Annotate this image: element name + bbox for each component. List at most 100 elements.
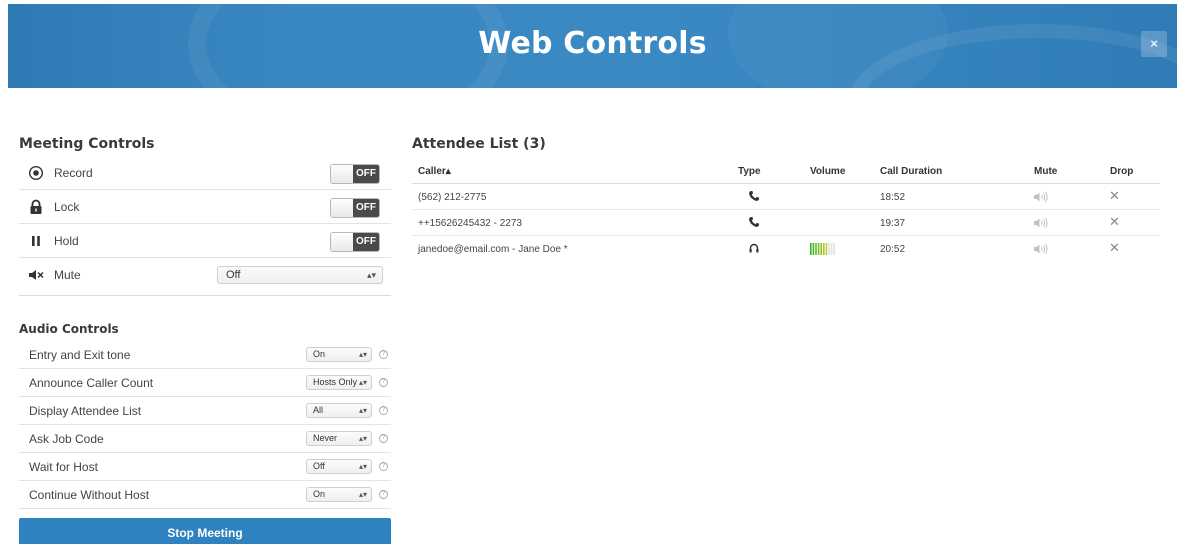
volume-bar (825, 243, 828, 255)
call-duration-cell: 19:37 (880, 218, 906, 229)
volume-bar (833, 243, 835, 255)
continue-without-host-select[interactable]: On ▴▾ (306, 487, 372, 502)
page-title: Web Controls (478, 26, 707, 61)
display-attendee-list-label: Display Attendee List (29, 404, 142, 418)
wait-for-host-label: Wait for Host (29, 460, 98, 474)
toggle-knob (331, 233, 355, 251)
call-duration-cell: 20:52 (880, 244, 906, 255)
caller-column-header[interactable]: Caller▴ (418, 166, 451, 177)
hold-label: Hold (54, 234, 79, 248)
record-icon (28, 165, 44, 181)
select-arrows-icon: ▴▾ (356, 404, 367, 417)
record-label: Record (54, 166, 93, 180)
select-arrows-icon: ▴▾ (356, 348, 367, 361)
entry-exit-tone-label: Entry and Exit tone (29, 348, 131, 362)
ask-job-code-select[interactable]: Never ▴▾ (306, 431, 372, 446)
toggle-state: OFF (353, 199, 379, 217)
display-attendee-list-select[interactable]: All ▴▾ (306, 403, 372, 418)
select-value: Hosts Only (313, 377, 358, 387)
help-icon[interactable]: ? (379, 350, 388, 359)
volume-bar (815, 243, 817, 255)
select-arrows-icon: ▴▾ (356, 460, 367, 473)
continue-without-host-row: Continue Without Host On ▴▾ ? (19, 481, 391, 509)
mute-column-header: Mute (1034, 166, 1058, 177)
help-icon[interactable]: ? (379, 462, 388, 471)
mute-label: Mute (54, 268, 81, 282)
pause-icon (32, 236, 40, 246)
wait-for-host-row: Wait for Host Off ▴▾ ? (19, 453, 391, 481)
stop-meeting-button[interactable]: Stop Meeting (19, 518, 391, 544)
record-row: Record OFF (19, 156, 391, 190)
hold-toggle[interactable]: OFF (330, 232, 380, 252)
table-header: Caller▴ Type Volume Call Duration Mute D… (412, 158, 1160, 184)
meeting-controls-title: Meeting Controls (19, 136, 155, 152)
close-button[interactable]: × (1141, 31, 1167, 57)
select-arrows-icon: ▴▾ (356, 376, 367, 389)
record-toggle[interactable]: OFF (330, 164, 380, 184)
lock-icon (30, 199, 42, 214)
wait-for-host-select[interactable]: Off ▴▾ (306, 459, 372, 474)
volume-bar (817, 243, 820, 255)
call-duration-cell: 18:52 (880, 192, 906, 203)
speaker-icon[interactable] (1033, 217, 1049, 229)
select-value: All (313, 405, 324, 415)
volume-meter (810, 243, 835, 255)
headset-icon (749, 243, 759, 253)
mute-select[interactable]: Off ▴▾ (217, 266, 383, 284)
ask-job-code-row: Ask Job Code Never ▴▾ ? (19, 425, 391, 453)
table-row: janedoe@email.com - Jane Doe * 20:52 ✕ (412, 236, 1160, 262)
select-arrows-icon: ▴▾ (366, 270, 376, 280)
help-icon[interactable]: ? (379, 406, 388, 415)
help-icon[interactable]: ? (379, 490, 388, 499)
drop-icon[interactable]: ✕ (1109, 241, 1120, 255)
audio-controls-title: Audio Controls (19, 322, 119, 336)
table-row: (562) 212-2775 18:52 ✕ (412, 184, 1160, 210)
attendee-list-title: Attendee List (3) (412, 136, 546, 152)
lock-label: Lock (54, 200, 80, 214)
phone-icon (749, 191, 759, 201)
announce-caller-count-label: Announce Caller Count (29, 376, 154, 390)
caller-cell: (562) 212-2775 (418, 192, 487, 203)
type-column-header: Type (738, 166, 761, 177)
lock-toggle[interactable]: OFF (330, 198, 380, 218)
phone-icon (749, 217, 759, 227)
announce-caller-count-select[interactable]: Hosts Only ▴▾ (306, 375, 372, 390)
drop-icon[interactable]: ✕ (1109, 215, 1120, 229)
select-arrows-icon: ▴▾ (356, 488, 367, 501)
hold-row: Hold OFF (19, 224, 391, 258)
volume-bar (823, 243, 825, 255)
drop-icon[interactable]: ✕ (1109, 189, 1120, 203)
speaker-mute-icon (29, 270, 44, 280)
lock-row: Lock OFF (19, 190, 391, 224)
header-banner: Web Controls × (8, 4, 1177, 88)
meeting-controls-list: Record OFF Lock OFF Hold OFF Mute Off ▴▾ (19, 156, 391, 296)
select-value: On (313, 349, 326, 359)
audio-controls-list: Entry and Exit tone On ▴▾ ? Announce Cal… (19, 341, 391, 509)
call-duration-column-header: Call Duration (880, 166, 943, 177)
continue-without-host-label: Continue Without Host (29, 488, 150, 502)
volume-bar (830, 243, 833, 255)
display-attendee-list-row: Display Attendee List All ▴▾ ? (19, 397, 391, 425)
volume-bar (820, 243, 822, 255)
entry-exit-tone-row: Entry and Exit tone On ▴▾ ? (19, 341, 391, 369)
mute-select-value: Off (226, 269, 241, 281)
help-icon[interactable]: ? (379, 378, 388, 387)
volume-bar (810, 243, 812, 255)
announce-caller-count-row: Announce Caller Count Hosts Only ▴▾ ? (19, 369, 391, 397)
volume-column-header: Volume (810, 166, 846, 177)
drop-column-header: Drop (1110, 166, 1134, 177)
toggle-knob (331, 199, 355, 217)
help-icon[interactable]: ? (379, 434, 388, 443)
toggle-state: OFF (353, 165, 379, 183)
caller-cell: janedoe@email.com - Jane Doe * (418, 244, 568, 255)
mute-row: Mute Off ▴▾ (19, 258, 391, 296)
select-value: Off (313, 461, 325, 471)
select-value: On (313, 489, 326, 499)
table-row: ++15626245432 - 2273 19:37 ✕ (412, 210, 1160, 236)
speaker-icon[interactable] (1033, 243, 1049, 255)
toggle-state: OFF (353, 233, 379, 251)
volume-bar (812, 243, 815, 255)
ask-job-code-label: Ask Job Code (29, 432, 104, 446)
speaker-icon[interactable] (1033, 191, 1049, 203)
entry-exit-tone-select[interactable]: On ▴▾ (306, 347, 372, 362)
